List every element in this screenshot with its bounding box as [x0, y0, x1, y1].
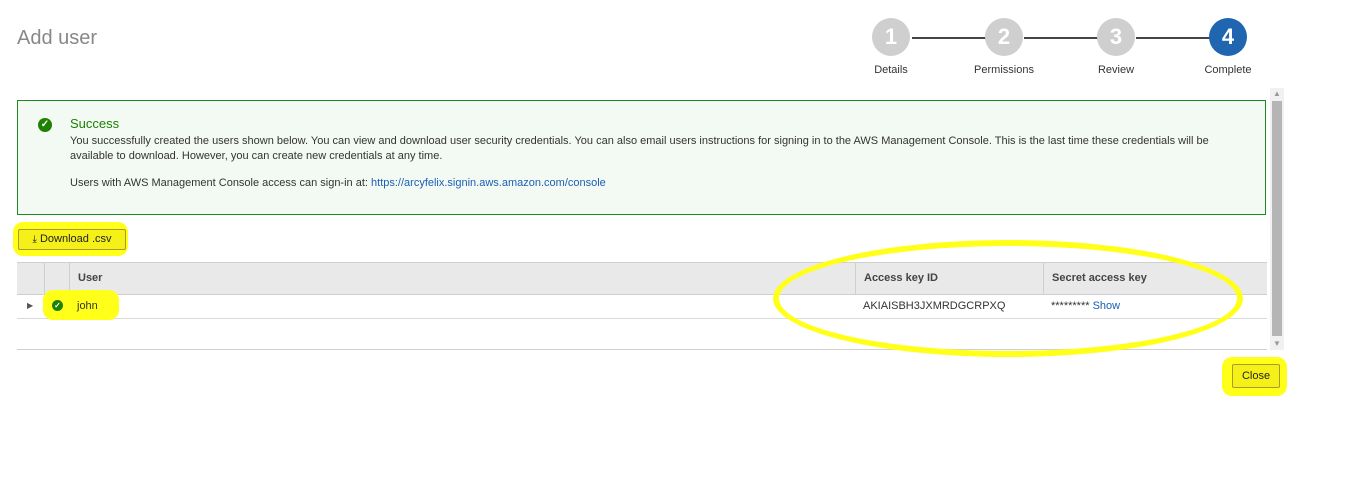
success-heading: Success — [70, 116, 120, 131]
page-title: Add user — [17, 27, 98, 50]
scroll-down-arrow-icon[interactable]: ▼ — [1270, 338, 1284, 350]
step-number: 4 — [1209, 18, 1247, 56]
step-label: Complete — [1204, 64, 1252, 76]
signin-text: Users with AWS Management Console access… — [70, 177, 368, 189]
step-label: Permissions — [974, 64, 1034, 76]
scrollbar-thumb[interactable] — [1272, 101, 1282, 336]
expander-column — [17, 263, 44, 294]
download-icon: ⤓ — [32, 234, 37, 245]
step-details: 1 Details — [851, 18, 931, 76]
step-number: 3 — [1097, 18, 1135, 56]
step-number: 2 — [985, 18, 1023, 56]
success-alert: ✓ Success You successfully created the u… — [17, 100, 1266, 215]
step-label: Details — [874, 64, 908, 76]
user-status-check-icon: ✓ — [52, 300, 63, 311]
step-review: 3 Review — [1076, 18, 1156, 76]
column-user[interactable]: User — [69, 263, 855, 294]
expand-row-icon[interactable]: ▶ — [27, 294, 33, 318]
download-csv-label: Download .csv — [39, 233, 112, 245]
step-label: Review — [1097, 64, 1135, 76]
signin-url-link[interactable]: https://arcyfelix.signin.aws.amazon.com/… — [371, 177, 606, 189]
success-message: You successfully created the users shown… — [70, 135, 1209, 162]
annotation-ellipse — [773, 240, 1243, 357]
close-button[interactable]: Close — [1232, 364, 1280, 388]
user-name-cell: john — [77, 300, 98, 312]
scroll-up-arrow-icon[interactable]: ▲ — [1270, 88, 1284, 100]
success-check-icon: ✓ — [38, 118, 52, 132]
step-permissions: 2 Permissions — [964, 18, 1044, 76]
download-csv-button[interactable]: ⤓ Download .csv — [18, 229, 126, 250]
step-number: 1 — [872, 18, 910, 56]
wizard-steps: 1 Details 2 Permissions 3 Review 4 Compl… — [860, 18, 1270, 80]
signin-info: Users with AWS Management Console access… — [70, 177, 606, 189]
step-complete: 4 Complete — [1188, 18, 1268, 76]
vertical-scrollbar[interactable]: ▲ ▼ — [1270, 88, 1284, 350]
